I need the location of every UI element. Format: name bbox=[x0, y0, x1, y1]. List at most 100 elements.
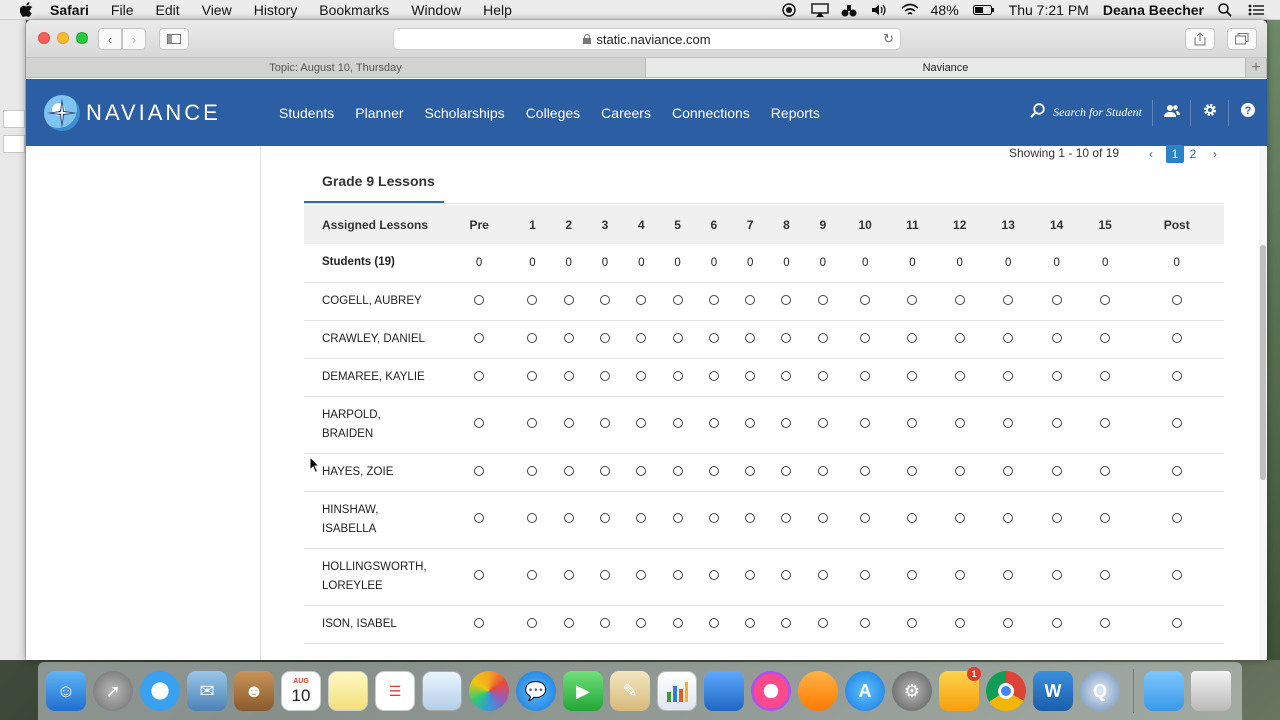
incomplete-circle-icon[interactable] bbox=[1003, 294, 1014, 305]
incomplete-circle-icon[interactable] bbox=[527, 370, 538, 381]
page-1-button[interactable]: 1 bbox=[1166, 145, 1184, 163]
incomplete-circle-icon[interactable] bbox=[708, 294, 719, 305]
student-name[interactable]: HARPOLD, BRAIDEN bbox=[304, 396, 444, 454]
reload-icon[interactable]: ↻ bbox=[883, 31, 894, 47]
menu-edit[interactable]: Edit bbox=[155, 2, 179, 18]
share-button[interactable] bbox=[1185, 28, 1215, 50]
incomplete-circle-icon[interactable] bbox=[636, 465, 647, 476]
menu-file[interactable]: File bbox=[111, 2, 134, 18]
incomplete-circle-icon[interactable] bbox=[907, 465, 918, 476]
address-bar[interactable]: static.naviance.com ↻ bbox=[393, 28, 901, 50]
facetime-icon[interactable]: ▶ bbox=[563, 671, 603, 711]
incomplete-circle-icon[interactable] bbox=[817, 418, 828, 428]
incomplete-circle-icon[interactable] bbox=[1051, 513, 1062, 523]
apple-menu-icon[interactable] bbox=[18, 2, 34, 17]
incomplete-circle-icon[interactable] bbox=[527, 294, 538, 305]
incomplete-circle-icon[interactable] bbox=[781, 418, 792, 428]
incomplete-circle-icon[interactable] bbox=[527, 617, 538, 628]
incomplete-circle-icon[interactable] bbox=[1100, 418, 1111, 428]
student-name[interactable]: HOLLINGSWORTH, LOREYLEE bbox=[304, 548, 444, 606]
incomplete-circle-icon[interactable] bbox=[1051, 465, 1062, 476]
incomplete-circle-icon[interactable] bbox=[907, 418, 918, 428]
student-name[interactable]: DEMAREE, KAYLIE bbox=[304, 358, 444, 397]
app-store-icon[interactable]: A bbox=[845, 671, 885, 711]
incomplete-circle-icon[interactable] bbox=[907, 617, 918, 628]
notification-app-icon[interactable]: 1 bbox=[939, 667, 981, 711]
incomplete-circle-icon[interactable] bbox=[781, 570, 792, 580]
incomplete-circle-icon[interactable] bbox=[600, 332, 610, 343]
incomplete-circle-icon[interactable] bbox=[954, 465, 965, 476]
incomplete-circle-icon[interactable] bbox=[860, 465, 871, 476]
incomplete-circle-icon[interactable] bbox=[1171, 294, 1182, 305]
launchpad-icon[interactable]: ➚ bbox=[93, 671, 133, 711]
incomplete-circle-icon[interactable] bbox=[1051, 370, 1062, 381]
incomplete-circle-icon[interactable] bbox=[954, 570, 965, 580]
incomplete-circle-icon[interactable] bbox=[1171, 370, 1182, 381]
messages-icon[interactable]: 💬 bbox=[516, 671, 556, 711]
numbers-icon[interactable] bbox=[657, 671, 697, 711]
student-name[interactable]: CRAWLEY, DANIEL bbox=[304, 320, 444, 359]
incomplete-circle-icon[interactable] bbox=[636, 294, 647, 305]
incomplete-circle-icon[interactable] bbox=[563, 513, 574, 523]
tab-overview-button[interactable] bbox=[1227, 28, 1257, 50]
battery-percent[interactable]: 48% bbox=[931, 2, 959, 18]
settings-button[interactable] bbox=[1191, 99, 1229, 126]
textedit-icon[interactable]: ✎ bbox=[610, 671, 650, 711]
incomplete-circle-icon[interactable] bbox=[708, 513, 719, 523]
calendar-icon[interactable]: AUG 10 bbox=[281, 671, 321, 711]
incomplete-circle-icon[interactable] bbox=[474, 465, 485, 476]
incomplete-circle-icon[interactable] bbox=[672, 294, 683, 305]
safari-icon[interactable] bbox=[140, 671, 180, 711]
incomplete-circle-icon[interactable] bbox=[1100, 570, 1111, 580]
incomplete-circle-icon[interactable] bbox=[1003, 513, 1014, 523]
incomplete-circle-icon[interactable] bbox=[954, 332, 965, 343]
incomplete-circle-icon[interactable] bbox=[1171, 570, 1182, 580]
incomplete-circle-icon[interactable] bbox=[860, 418, 871, 428]
naviance-logo[interactable]: NAVIANCE bbox=[44, 95, 221, 131]
incomplete-circle-icon[interactable] bbox=[860, 513, 871, 523]
incomplete-circle-icon[interactable] bbox=[745, 370, 756, 381]
menu-window[interactable]: Window bbox=[411, 2, 461, 18]
incomplete-circle-icon[interactable] bbox=[860, 370, 871, 381]
incomplete-circle-icon[interactable] bbox=[672, 465, 683, 476]
incomplete-circle-icon[interactable] bbox=[600, 570, 610, 580]
incomplete-circle-icon[interactable] bbox=[708, 465, 719, 476]
incomplete-circle-icon[interactable] bbox=[1003, 370, 1014, 381]
help-button[interactable]: ? bbox=[1229, 100, 1267, 126]
incomplete-circle-icon[interactable] bbox=[745, 465, 756, 476]
incomplete-circle-icon[interactable] bbox=[1003, 418, 1014, 428]
incomplete-circle-icon[interactable] bbox=[563, 332, 574, 343]
incomplete-circle-icon[interactable] bbox=[563, 418, 574, 428]
incomplete-circle-icon[interactable] bbox=[563, 294, 574, 305]
previous-page-icon[interactable]: ‹ bbox=[1142, 145, 1160, 163]
incomplete-circle-icon[interactable] bbox=[907, 570, 918, 580]
zoom-window-button[interactable] bbox=[76, 32, 88, 44]
incomplete-circle-icon[interactable] bbox=[817, 332, 828, 343]
incomplete-circle-icon[interactable] bbox=[745, 294, 756, 305]
incomplete-circle-icon[interactable] bbox=[600, 370, 610, 381]
word-icon[interactable]: W bbox=[1033, 671, 1073, 711]
nav-careers[interactable]: Careers bbox=[601, 105, 651, 121]
volume-icon[interactable] bbox=[871, 3, 887, 17]
incomplete-circle-icon[interactable] bbox=[563, 617, 574, 628]
incomplete-circle-icon[interactable] bbox=[527, 465, 538, 476]
student-name[interactable]: HAYES, ZOIE bbox=[304, 453, 444, 492]
incomplete-circle-icon[interactable] bbox=[563, 570, 574, 580]
section-title[interactable]: Grade 9 Lessons bbox=[304, 173, 435, 189]
incomplete-circle-icon[interactable] bbox=[708, 617, 719, 628]
incomplete-circle-icon[interactable] bbox=[527, 332, 538, 343]
quicktime-icon[interactable]: Q bbox=[1080, 671, 1120, 711]
menu-help[interactable]: Help bbox=[483, 2, 512, 18]
incomplete-circle-icon[interactable] bbox=[672, 332, 683, 343]
incomplete-circle-icon[interactable] bbox=[954, 294, 965, 305]
incomplete-circle-icon[interactable] bbox=[1051, 332, 1062, 343]
incomplete-circle-icon[interactable] bbox=[781, 370, 792, 381]
incomplete-circle-icon[interactable] bbox=[600, 465, 610, 476]
incomplete-circle-icon[interactable] bbox=[636, 570, 647, 580]
incomplete-circle-icon[interactable] bbox=[636, 370, 647, 381]
mail-app-icon[interactable]: ✉ bbox=[187, 671, 227, 711]
incomplete-circle-icon[interactable] bbox=[817, 513, 828, 523]
incomplete-circle-icon[interactable] bbox=[1171, 617, 1182, 628]
forward-button[interactable]: › bbox=[122, 28, 146, 50]
incomplete-circle-icon[interactable] bbox=[954, 617, 965, 628]
